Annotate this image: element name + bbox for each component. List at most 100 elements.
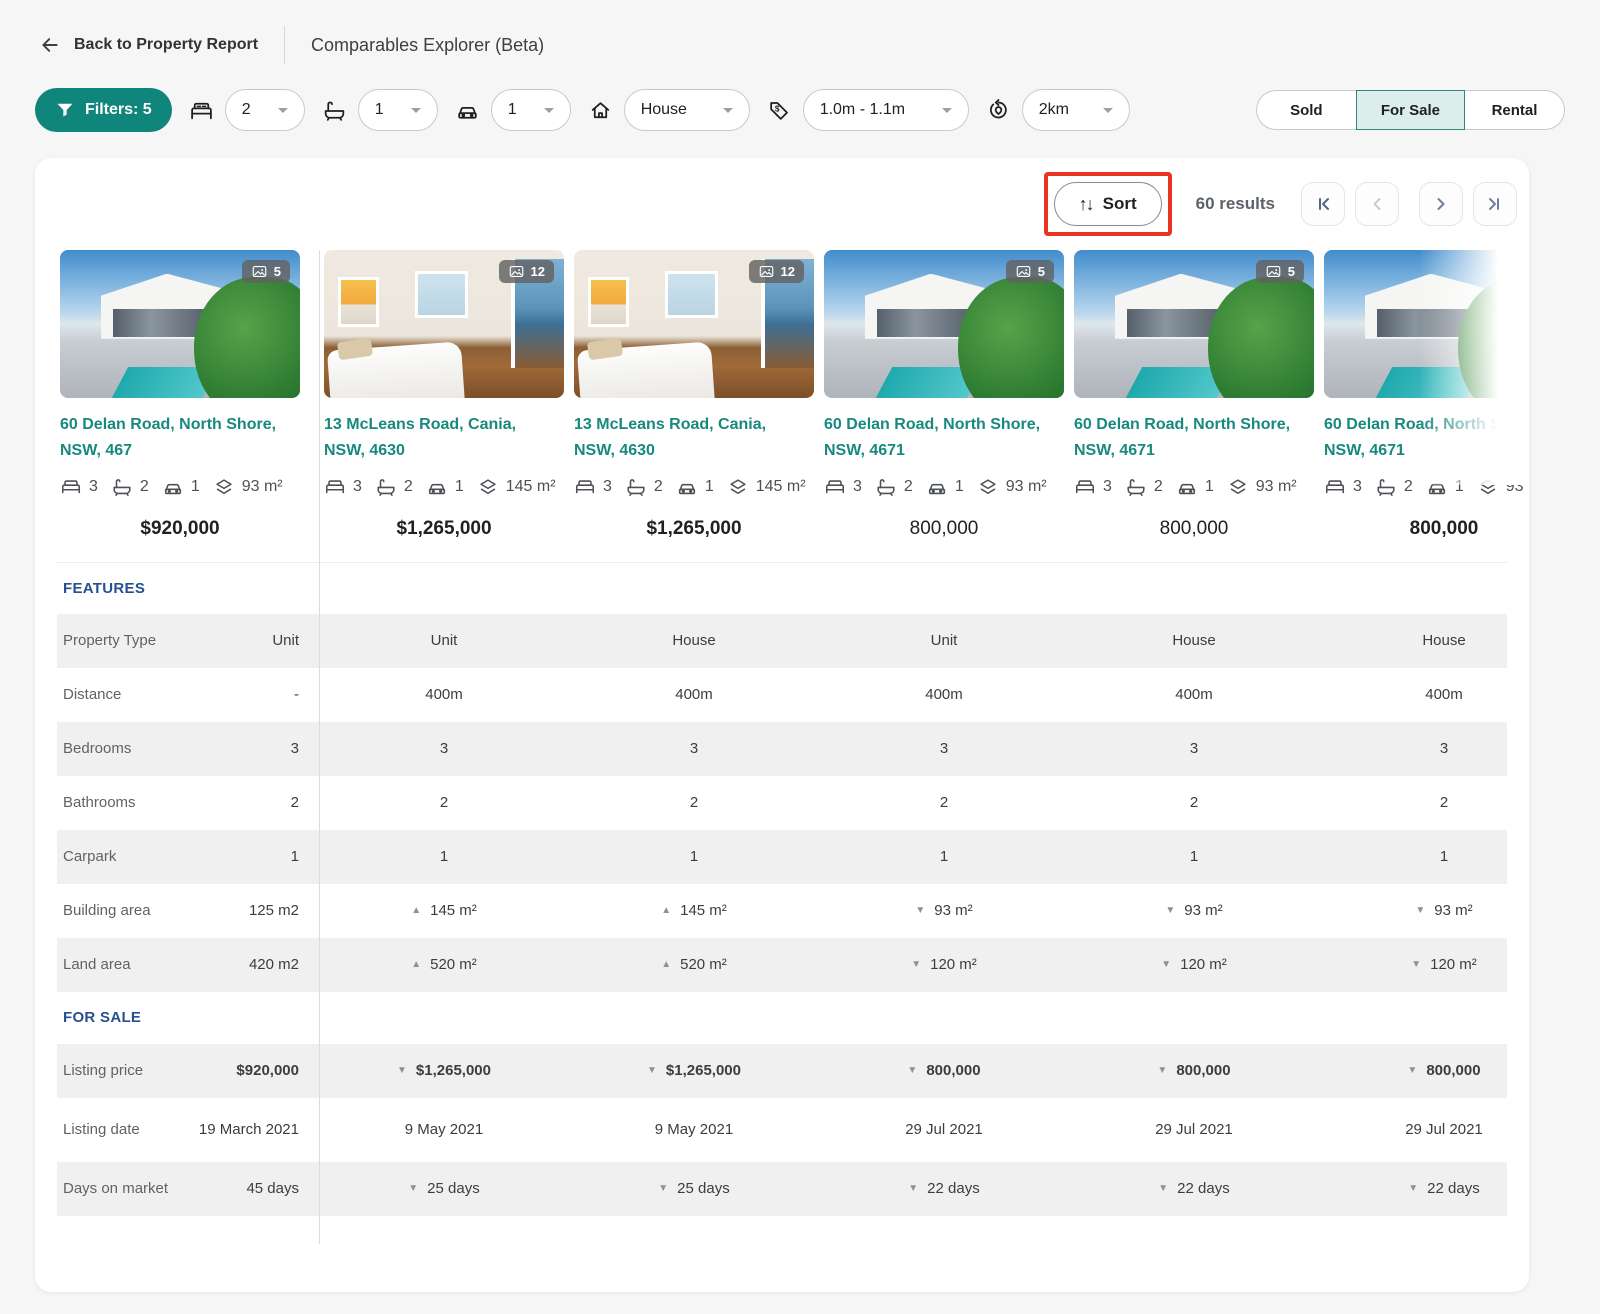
- floor-area-icon: [216, 479, 232, 494]
- for-sale-section-header: FOR SALE: [63, 1008, 142, 1026]
- property-photo: 5: [60, 250, 300, 398]
- delta-arrow: ▼: [397, 1065, 407, 1077]
- toggle-for-sale[interactable]: For Sale: [1355, 90, 1465, 130]
- amenities-row: 3 2 1 145 m²: [574, 476, 814, 498]
- bedrooms-filter-dropdown[interactable]: 2: [224, 89, 305, 131]
- first-page-button[interactable]: [1301, 182, 1345, 226]
- photo-count-badge: 5: [1005, 260, 1054, 283]
- filters-button[interactable]: Filters: 5: [35, 88, 172, 132]
- row-label: Listing price: [63, 1062, 144, 1080]
- bath-icon: [627, 478, 645, 496]
- bath-icon: [1377, 478, 1395, 496]
- photo-decoration: [665, 270, 718, 319]
- filter-bar: Filters: 5 2 1 1 House $ 1.0m - 1.1m 2km…: [0, 88, 1600, 132]
- image-icon: [1266, 265, 1281, 278]
- delta-arrow: ▼: [647, 1065, 657, 1077]
- chevron-left-icon: [1373, 198, 1381, 210]
- cell-value: 1: [1189, 848, 1199, 866]
- photo-count-badge: 5: [1255, 260, 1304, 283]
- cell-value: 2: [1439, 794, 1449, 812]
- cell-value: Unit: [930, 632, 958, 650]
- toggle-sold[interactable]: Sold: [1255, 90, 1356, 130]
- floor-area-icon: [730, 479, 746, 494]
- property-address[interactable]: 13 McLeans Road, Cania, NSW, 4630: [324, 412, 564, 464]
- cell-value: 145 m²: [680, 902, 727, 920]
- photo-count-badge: 5: [1505, 260, 1529, 283]
- floor-area: 145 m²: [755, 477, 806, 495]
- cell-value: 1: [439, 848, 449, 866]
- property-address[interactable]: 60 Delan Road, North Shore, NSW, 4671: [1074, 412, 1314, 464]
- beds-count: 3: [89, 477, 98, 495]
- next-page-button[interactable]: [1419, 182, 1463, 226]
- car-icon: [428, 483, 445, 495]
- card-price: 800,000: [1159, 517, 1229, 539]
- table-row-carpark: Carpark 1 1 1 1 1 1: [57, 829, 1507, 884]
- delta-arrow: ▲: [411, 959, 422, 971]
- table-row-listing-price: Listing price $920,000 ▼ $1,265,000 ▼ $1,26…: [57, 1043, 1507, 1098]
- bathrooms-filter-dropdown[interactable]: 1: [357, 89, 438, 131]
- beds-count: 3: [603, 477, 612, 495]
- row-label: Days on market: [63, 1180, 169, 1198]
- bathrooms-filter-value: 1: [374, 101, 384, 118]
- radius-filter-dropdown[interactable]: 2km: [1021, 89, 1130, 131]
- cell-value: 25 days: [677, 1180, 730, 1198]
- property-address[interactable]: 13 McLeans Road, Cania, NSW, 4630: [574, 412, 814, 464]
- property-card-1[interactable]: 12 13 McLeans Road, Cania, NSW, 4630 3 2 …: [324, 250, 564, 554]
- cell-value: 800,000: [926, 1062, 981, 1080]
- cars-count: 1: [954, 477, 964, 495]
- photo-count: 5: [273, 264, 281, 279]
- baths-count: 2: [1153, 477, 1163, 495]
- carparks-filter-dropdown[interactable]: 1: [490, 89, 571, 131]
- cell-value: Unit: [430, 632, 458, 650]
- cars-count: 1: [1454, 477, 1464, 495]
- property-photo: 5: [1324, 250, 1529, 398]
- svg-text:$: $: [775, 103, 780, 113]
- subject-value: 1: [290, 847, 299, 865]
- price-range-filter-value: 1.0m - 1.1m: [819, 101, 906, 118]
- card-price: 800,000: [909, 517, 979, 539]
- amenities-row: 3 2 1 145 m²: [324, 476, 564, 498]
- cell-value: 29 Jul 2021: [1155, 1121, 1233, 1139]
- cell-value: 1: [939, 848, 949, 866]
- chevron-down-icon: [722, 107, 733, 113]
- property-card-subject[interactable]: 5 60 Delan Road, North Shore, NSW, 467 3 …: [60, 250, 300, 554]
- property-card-2[interactable]: 12 13 McLeans Road, Cania, NSW, 4630 3 2 …: [574, 250, 814, 554]
- price-range-filter-dropdown[interactable]: 1.0m - 1.1m: [802, 89, 969, 131]
- property-card-4[interactable]: 5 60 Delan Road, North Shore, NSW, 4671 3…: [1074, 250, 1314, 554]
- property-address[interactable]: 60 Delan Road, North Shore, NSW, 467: [60, 412, 300, 464]
- amenities-row: 3 2 1 93 m²: [824, 476, 1064, 498]
- property-type-filter-dropdown[interactable]: House: [623, 89, 750, 131]
- sort-button[interactable]: ↑↓ Sort: [1053, 182, 1162, 226]
- features-section-header: FEATURES: [57, 561, 1507, 614]
- bath-icon: [113, 478, 131, 496]
- bath-icon: [377, 478, 395, 496]
- photo-decoration: [588, 276, 630, 327]
- amenities-row: 3 2 1 93 m²: [60, 476, 300, 498]
- cell-value: 400m: [1425, 686, 1463, 704]
- car-icon: [1178, 483, 1195, 495]
- table-row-bedrooms: Bedrooms 3 3 3 3 3 3: [57, 721, 1507, 776]
- delta-arrow: ▼: [911, 959, 922, 971]
- cell-value: 3: [939, 740, 949, 758]
- floor-area: 93 m²: [1505, 477, 1529, 495]
- last-page-button[interactable]: [1473, 182, 1517, 226]
- delta-arrow: ▼: [1415, 905, 1426, 917]
- toggle-rental[interactable]: Rental: [1465, 90, 1565, 130]
- floor-area: 93 m²: [1005, 477, 1047, 495]
- back-to-property-report-button[interactable]: Back to Property Report: [40, 35, 258, 55]
- floor-area-icon: [1480, 479, 1496, 494]
- property-address[interactable]: 60 Delan Road, North Shore, NSW, 4671: [1324, 412, 1529, 464]
- property-address[interactable]: 60 Delan Road, North Shore, NSW, 4671: [824, 412, 1064, 464]
- subject-value: $920,000: [236, 1061, 299, 1079]
- delta-arrow: ▼: [408, 1183, 419, 1195]
- back-label: Back to Property Report: [74, 36, 259, 53]
- delta-arrow: ▼: [907, 1065, 918, 1077]
- photo-count-badge: 12: [748, 260, 804, 283]
- floor-area: 93 m²: [1255, 477, 1297, 495]
- previous-page-button[interactable]: [1355, 182, 1399, 226]
- property-card-5[interactable]: 5 60 Delan Road, North Shore,NSW, 4671 3…: [1324, 250, 1529, 554]
- bed-icon: [1325, 480, 1345, 494]
- property-card-3[interactable]: 5 60 Delan Road, North Shore, NSW, 4671 3…: [824, 250, 1064, 554]
- bath-icon: [877, 478, 895, 496]
- cell-value: 1: [1439, 848, 1449, 866]
